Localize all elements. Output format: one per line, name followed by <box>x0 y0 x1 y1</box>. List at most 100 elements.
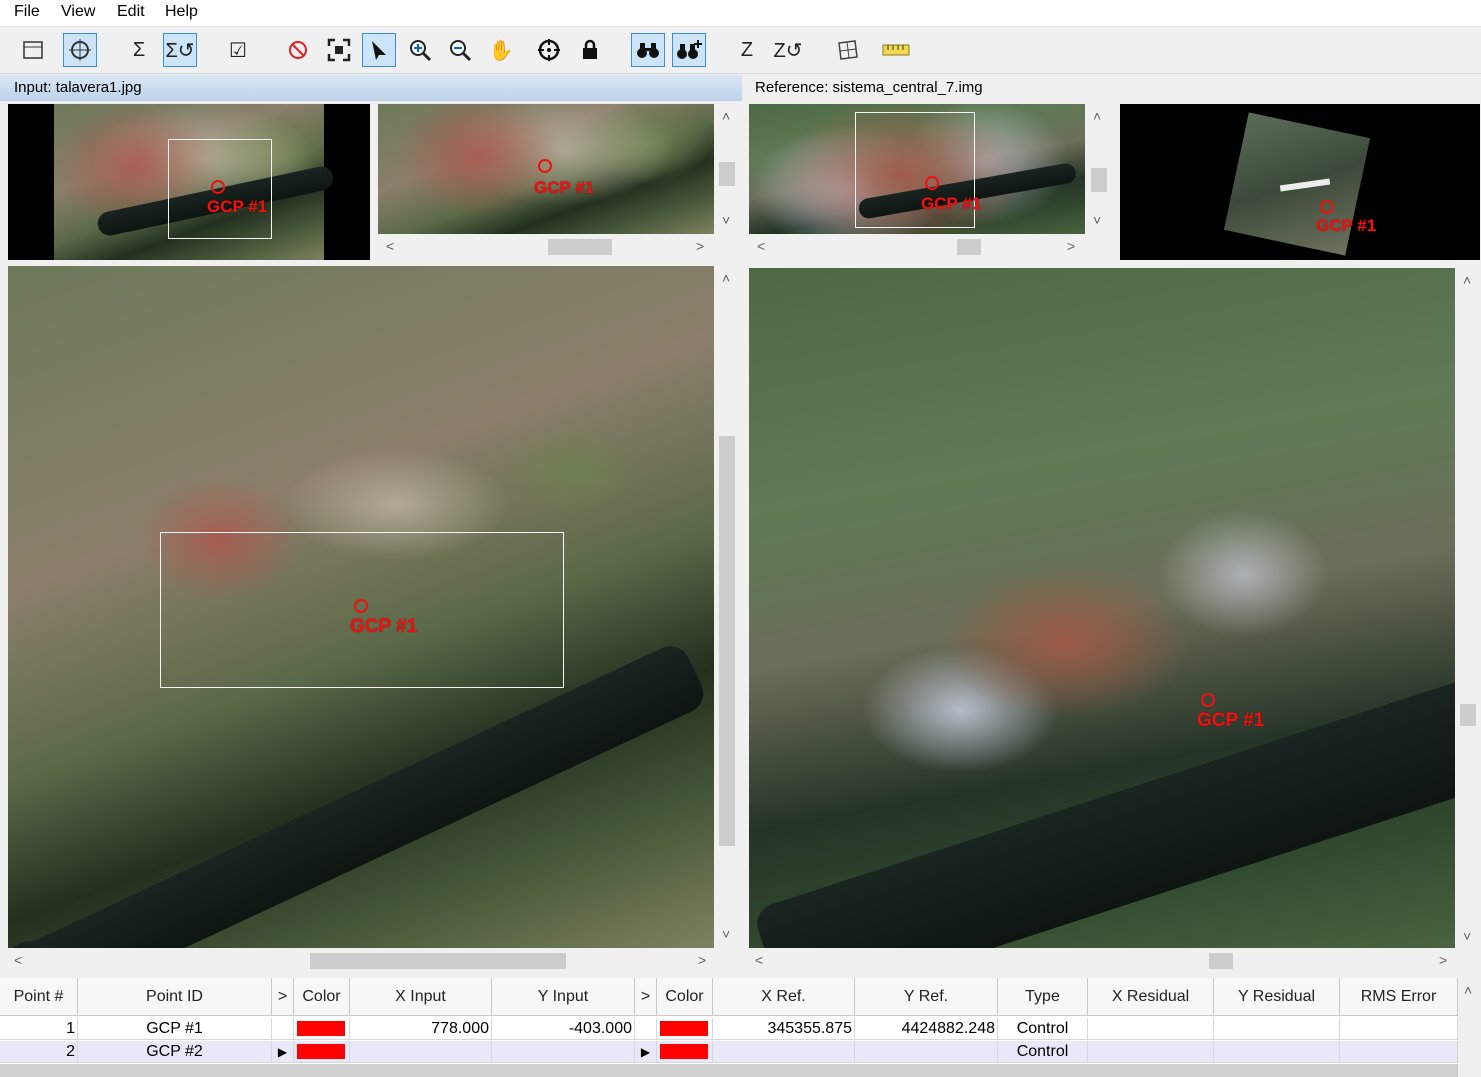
toolbar: Σ Σ↺ ☑ ✋ Z Z↺ <box>0 27 1481 74</box>
binoculars-add-icon[interactable] <box>672 33 706 67</box>
lock-icon[interactable] <box>573 33 607 67</box>
scroll-down-icon[interactable]: ˅ <box>1463 928 1471 944</box>
scroll-left-icon[interactable]: < <box>755 952 763 968</box>
input-overview-view[interactable]: GCP #1 <box>8 104 370 260</box>
fit-extent-icon[interactable] <box>322 33 356 67</box>
sigma-auto-icon[interactable]: Σ↺ <box>163 33 197 67</box>
table-hscroll[interactable] <box>0 1064 1458 1077</box>
gcp-label: GCP #1 <box>921 194 982 213</box>
input-main-view[interactable]: GCP #1 <box>8 266 714 948</box>
scroll-up-icon[interactable]: ˄ <box>722 108 730 124</box>
scroll-up-icon[interactable]: ˄ <box>1093 108 1101 124</box>
col-header-rms-error[interactable]: RMS Error <box>1340 978 1458 1016</box>
gcp-marker[interactable] <box>354 599 368 613</box>
col-header-type[interactable]: Type <box>998 978 1088 1016</box>
gcp-marker[interactable] <box>925 176 939 190</box>
cell-color[interactable] <box>294 1018 350 1040</box>
cell-type[interactable]: Control <box>998 1041 1088 1063</box>
cell-point-id[interactable]: GCP #1 <box>78 1018 272 1040</box>
cell-point-num: 1 <box>0 1018 78 1040</box>
gcp-marker[interactable] <box>1320 200 1334 214</box>
col-header-point-id[interactable]: Point ID <box>78 978 272 1016</box>
cell-y-residual <box>1214 1018 1340 1040</box>
gcp-marker[interactable] <box>211 180 225 194</box>
col-header-y-ref[interactable]: Y Ref. <box>855 978 998 1016</box>
crosshair-icon[interactable] <box>532 33 566 67</box>
z-icon[interactable]: Z <box>730 33 764 67</box>
cell-x-input[interactable] <box>350 1041 492 1063</box>
gcp-marker[interactable] <box>538 159 552 173</box>
cell-color[interactable] <box>657 1018 713 1040</box>
sigma-icon[interactable]: Σ <box>122 33 156 67</box>
table-vscroll[interactable]: ˄ <box>1458 978 1481 1077</box>
input-zoom-view[interactable]: GCP #1 <box>378 104 714 234</box>
cell-x-ref[interactable]: 345355.875 <box>713 1018 855 1040</box>
scroll-up-icon[interactable]: ˄ <box>1463 272 1471 288</box>
cell-y-input[interactable] <box>492 1041 635 1063</box>
col-header-arrow[interactable]: > <box>635 978 657 1016</box>
reference-main-vscroll[interactable]: ˄ ˅ <box>1457 268 1479 948</box>
input-main-vscroll[interactable]: ˄ ˅ <box>716 266 738 948</box>
cell-y-ref[interactable]: 4424882.248 <box>855 1018 998 1040</box>
input-main-hscroll[interactable]: < > <box>8 950 714 972</box>
scroll-left-icon[interactable]: < <box>14 952 22 968</box>
scroll-left-icon[interactable]: < <box>386 238 394 254</box>
select-rect-icon[interactable] <box>16 33 50 67</box>
z-auto-icon[interactable]: Z↺ <box>771 33 805 67</box>
cell-y-ref[interactable] <box>855 1041 998 1063</box>
reference-main-hscroll[interactable]: < > <box>749 950 1455 972</box>
scroll-right-icon[interactable]: > <box>698 952 706 968</box>
ruler-icon[interactable] <box>879 33 913 67</box>
input-zoom-vscroll[interactable]: ˄ ˅ <box>716 104 738 234</box>
zoom-in-icon[interactable] <box>403 33 437 67</box>
color-swatch <box>660 1044 708 1059</box>
cell-y-input[interactable]: -403.000 <box>492 1018 635 1040</box>
reference-zoom-view[interactable]: GCP #1 <box>749 104 1085 234</box>
zoom-out-icon[interactable] <box>443 33 477 67</box>
grid-transform-icon[interactable] <box>830 33 864 67</box>
scroll-left-icon[interactable]: < <box>757 238 765 254</box>
col-header-arrow[interactable]: > <box>272 978 294 1016</box>
menu-view[interactable]: View <box>61 3 95 21</box>
col-header-x-input[interactable]: X Input <box>350 978 492 1016</box>
cell-color[interactable] <box>294 1041 350 1063</box>
cell-type[interactable]: Control <box>998 1018 1088 1040</box>
scroll-right-icon[interactable]: > <box>1439 952 1447 968</box>
gcp-marker[interactable] <box>1201 693 1215 707</box>
binoculars-icon[interactable] <box>631 33 665 67</box>
reference-zoom-hscroll[interactable]: < > <box>749 236 1085 258</box>
pointer-icon[interactable] <box>362 33 396 67</box>
scroll-down-icon[interactable]: ˅ <box>1093 212 1101 228</box>
points-icon[interactable] <box>281 33 315 67</box>
col-header-color[interactable]: Color <box>294 978 350 1016</box>
check-icon[interactable]: ☑ <box>221 33 255 67</box>
scroll-up-icon[interactable]: ˄ <box>722 270 730 286</box>
reference-zoom-vscroll[interactable]: ˄ ˅ <box>1087 104 1111 234</box>
scroll-right-icon[interactable]: > <box>1067 238 1075 254</box>
menu-file[interactable]: File <box>14 3 40 21</box>
menu-edit[interactable]: Edit <box>117 3 145 21</box>
col-header-x-ref[interactable]: X Ref. <box>713 978 855 1016</box>
gcp-tool-icon[interactable] <box>63 33 97 67</box>
col-header-color[interactable]: Color <box>657 978 713 1016</box>
cell-point-id[interactable]: GCP #2 <box>78 1041 272 1063</box>
gcp-label: GCP #1 <box>1316 216 1377 235</box>
cell-x-input[interactable]: 778.000 <box>350 1018 492 1040</box>
input-zoom-hscroll[interactable]: < > <box>378 236 714 258</box>
cell-color[interactable] <box>657 1041 713 1063</box>
scroll-up-icon[interactable]: ˄ <box>1464 982 1472 998</box>
col-header-y-residual[interactable]: Y Residual <box>1214 978 1340 1016</box>
col-header-point-num[interactable]: Point # <box>0 978 78 1016</box>
input-panel-title: Input: talavera1.jpg <box>0 75 742 101</box>
scroll-down-icon[interactable]: ˅ <box>722 926 730 942</box>
pan-icon[interactable]: ✋ <box>484 33 518 67</box>
col-header-x-residual[interactable]: X Residual <box>1088 978 1214 1016</box>
color-swatch <box>297 1044 345 1059</box>
cell-x-ref[interactable] <box>713 1041 855 1063</box>
menu-help[interactable]: Help <box>165 3 198 21</box>
reference-main-view[interactable]: GCP #1 <box>749 268 1455 948</box>
reference-overview-view[interactable]: GCP #1 <box>1120 104 1480 260</box>
scroll-down-icon[interactable]: ˅ <box>722 212 730 228</box>
col-header-y-input[interactable]: Y Input <box>492 978 635 1016</box>
scroll-right-icon[interactable]: > <box>696 238 704 254</box>
